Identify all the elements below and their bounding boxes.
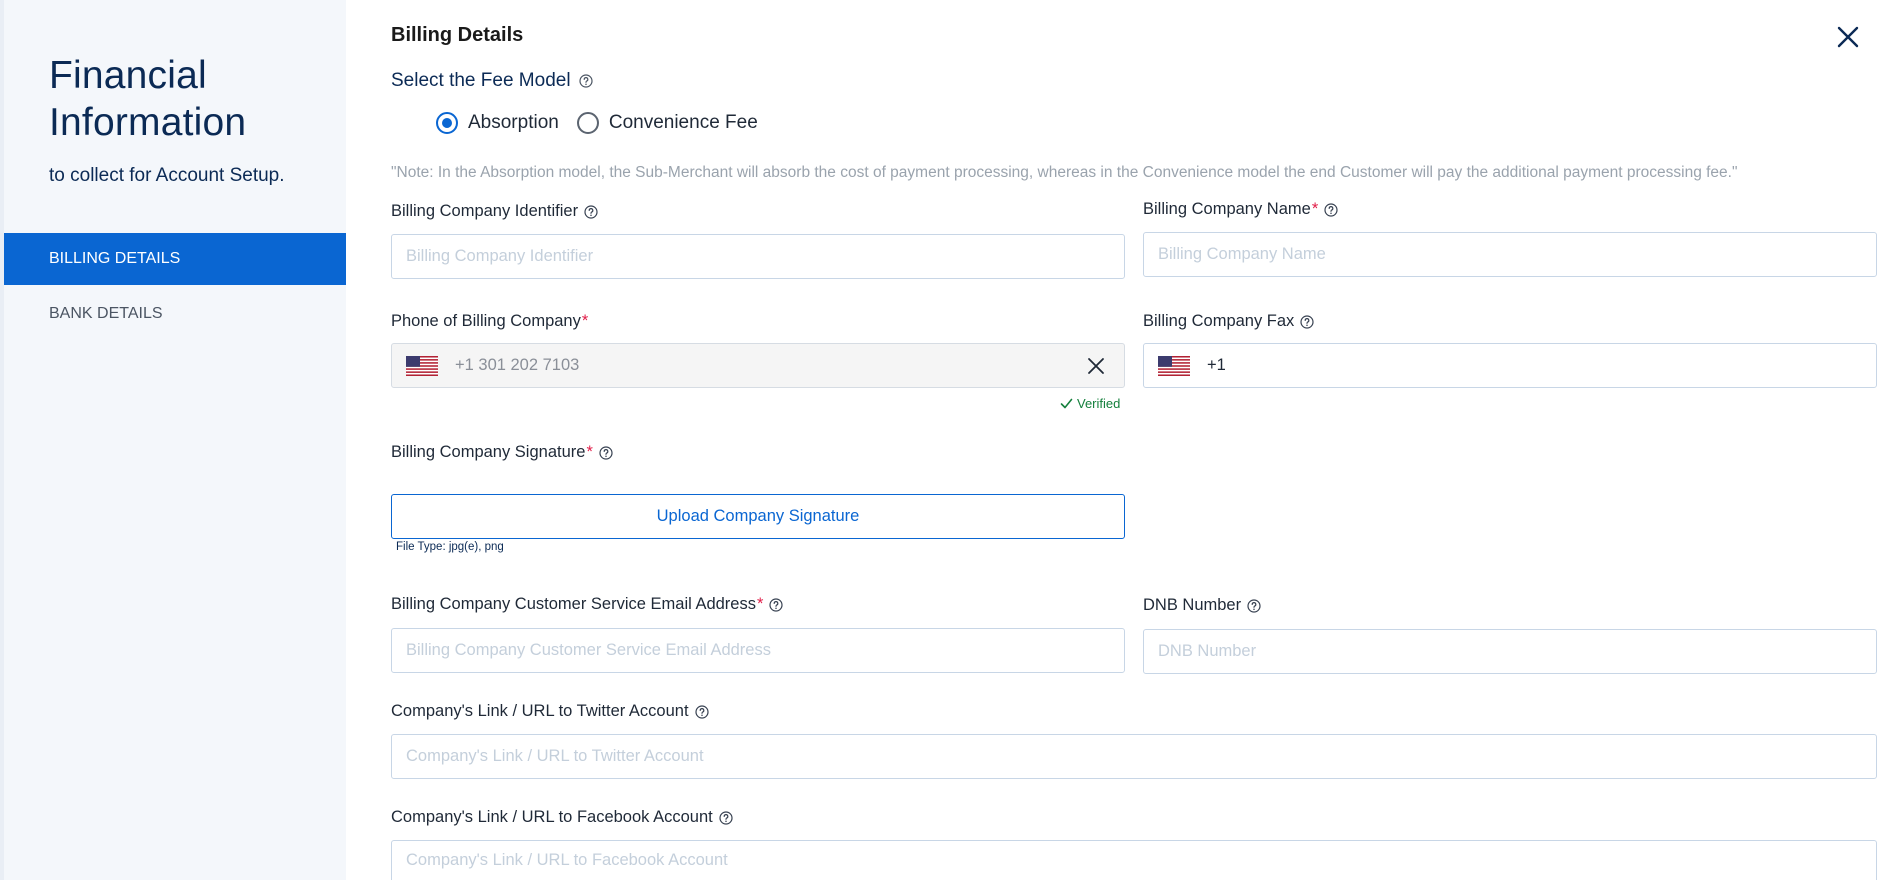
check-icon bbox=[1060, 398, 1073, 409]
sidebar-title-line1: Financial bbox=[49, 54, 207, 97]
twitter-input[interactable]: Company's Link / URL to Twitter Account bbox=[391, 734, 1877, 779]
phone-value: +1 301 202 7103 bbox=[455, 356, 580, 374]
fee-model-label: Select the Fee Model bbox=[391, 70, 593, 92]
sidebar-edge bbox=[0, 0, 4, 880]
radio-absorption-circle[interactable] bbox=[436, 112, 458, 134]
sidebar-title-line2: Information bbox=[49, 101, 247, 144]
radio-convenience-fee-label: Convenience Fee bbox=[608, 112, 758, 133]
email-input[interactable]: Billing Company Customer Service Email A… bbox=[391, 628, 1125, 673]
phone-input[interactable]: +1 301 202 7103 bbox=[391, 343, 1125, 388]
fee-model-note: "Note: In the Absorption model, the Sub-… bbox=[391, 164, 1738, 181]
email-placeholder: Billing Company Customer Service Email A… bbox=[406, 641, 771, 659]
radio-convenience-fee[interactable]: Convenience Fee bbox=[576, 112, 758, 134]
company-name-label: Billing Company Name * bbox=[1143, 200, 1338, 219]
verified-status: Verified bbox=[1060, 396, 1120, 411]
identifier-label: Billing Company Identifier bbox=[391, 202, 598, 221]
sidebar-title: Financial Information bbox=[49, 52, 246, 146]
us-flag-icon[interactable] bbox=[1158, 355, 1190, 376]
dnb-placeholder: DNB Number bbox=[1158, 642, 1257, 660]
phone-label-text: Phone of Billing Company bbox=[391, 312, 581, 330]
file-type-hint: File Type: jpg(e), png bbox=[396, 541, 504, 553]
twitter-label-text: Company's Link / URL to Twitter Account bbox=[391, 702, 689, 720]
facebook-label: Company's Link / URL to Facebook Account bbox=[391, 808, 733, 827]
dnb-input[interactable]: DNB Number bbox=[1143, 629, 1877, 674]
radio-absorption[interactable]: Absorption bbox=[436, 112, 559, 134]
help-icon[interactable] bbox=[578, 74, 593, 88]
close-icon[interactable] bbox=[1835, 24, 1861, 50]
required-mark: * bbox=[581, 312, 589, 330]
clear-icon[interactable] bbox=[1086, 356, 1106, 376]
radio-convenience-fee-circle[interactable] bbox=[576, 112, 599, 134]
help-icon[interactable] bbox=[769, 597, 784, 612]
fee-model-radio-group: Absorption Convenience Fee bbox=[436, 112, 776, 134]
dnb-label: DNB Number bbox=[1143, 596, 1261, 615]
fax-label: Billing Company Fax bbox=[1143, 312, 1314, 331]
required-mark: * bbox=[1311, 200, 1319, 218]
help-icon[interactable] bbox=[599, 445, 613, 460]
twitter-label: Company's Link / URL to Twitter Account bbox=[391, 702, 709, 721]
help-icon[interactable] bbox=[584, 204, 598, 219]
identifier-label-text: Billing Company Identifier bbox=[391, 202, 579, 220]
radio-absorption-label: Absorption bbox=[468, 112, 559, 133]
page-title: Billing Details bbox=[391, 24, 524, 46]
required-mark: * bbox=[756, 595, 764, 613]
identifier-placeholder: Billing Company Identifier bbox=[406, 247, 594, 265]
company-name-label-text: Billing Company Name bbox=[1143, 200, 1311, 218]
signature-label-text: Billing Company Signature bbox=[391, 443, 586, 461]
phone-label: Phone of Billing Company * bbox=[391, 312, 588, 331]
company-name-input[interactable]: Billing Company Name bbox=[1143, 232, 1877, 277]
dnb-label-text: DNB Number bbox=[1143, 596, 1242, 614]
email-label-text: Billing Company Customer Service Email A… bbox=[391, 595, 756, 613]
company-name-placeholder: Billing Company Name bbox=[1158, 245, 1326, 263]
help-icon[interactable] bbox=[1300, 314, 1314, 329]
upload-signature-button[interactable]: Upload Company Signature bbox=[391, 494, 1125, 539]
email-label: Billing Company Customer Service Email A… bbox=[391, 595, 784, 614]
fee-model-label-text: Select the Fee Model bbox=[391, 70, 571, 91]
twitter-placeholder: Company's Link / URL to Twitter Account bbox=[406, 747, 704, 765]
us-flag-icon[interactable] bbox=[406, 355, 438, 376]
facebook-label-text: Company's Link / URL to Facebook Account bbox=[391, 808, 713, 826]
identifier-input[interactable]: Billing Company Identifier bbox=[391, 234, 1125, 279]
facebook-input[interactable]: Company's Link / URL to Facebook Account bbox=[391, 840, 1877, 880]
verified-text: Verified bbox=[1077, 396, 1121, 411]
facebook-placeholder: Company's Link / URL to Facebook Account bbox=[406, 851, 728, 869]
required-mark: * bbox=[586, 443, 593, 461]
signature-label: Billing Company Signature * bbox=[391, 443, 613, 462]
fax-value: +1 bbox=[1207, 356, 1226, 374]
help-icon[interactable] bbox=[694, 704, 709, 719]
sidebar: Financial Information to collect for Acc… bbox=[0, 0, 346, 880]
fax-label-text: Billing Company Fax bbox=[1143, 312, 1295, 330]
help-icon[interactable] bbox=[1247, 598, 1261, 613]
sidebar-item-bank-details[interactable]: BANK DETAILS bbox=[4, 288, 346, 340]
sidebar-item-billing-details[interactable]: BILLING DETAILS bbox=[4, 233, 346, 285]
sidebar-subtitle: to collect for Account Setup. bbox=[49, 165, 285, 186]
help-icon[interactable] bbox=[1324, 202, 1338, 217]
help-icon[interactable] bbox=[719, 810, 733, 825]
fax-input[interactable]: +1 bbox=[1143, 343, 1877, 388]
